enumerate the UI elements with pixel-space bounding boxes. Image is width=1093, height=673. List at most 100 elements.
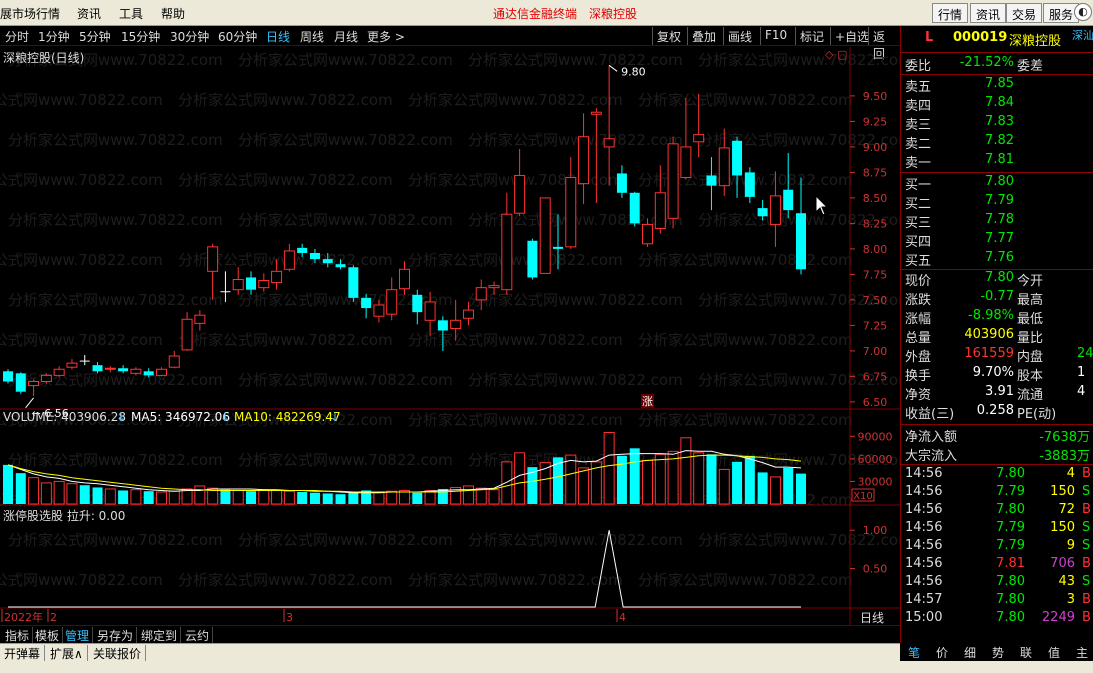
related-quote-button[interactable]: 关联报价 (89, 645, 147, 662)
stat-row-label: 总量 (905, 331, 932, 346)
buy-row-label: 买一 (905, 178, 932, 193)
indicator-tabs: 指标 模板 管理 另存为 绑定到 云约 (0, 625, 900, 644)
watermark-text: 分析家公式网www.70822.com (178, 171, 393, 189)
date-label: 2022年 (4, 610, 43, 624)
watermark-text: 分析家公式网www.70822.com (8, 211, 223, 229)
code-mark: L (925, 30, 934, 45)
candle-body (3, 371, 13, 382)
candle-body (654, 192, 666, 230)
kline-chart[interactable]: 分析家公式网www.70822.com 分析家公式网www.70822.com 分析… (0, 47, 900, 625)
sell-row-value: 7.82 (985, 133, 1014, 148)
stat-row-label: 涨幅 (905, 312, 932, 327)
danmaku-button[interactable]: 开弹幕 (0, 645, 46, 662)
tab-detail[interactable]: 细 (964, 644, 976, 661)
adjust-button[interactable]: 复权 (652, 27, 685, 45)
volume-bar (565, 454, 577, 505)
flow-row-label: 净流入额 (905, 430, 958, 445)
tab-bind-to[interactable]: 绑定到 (138, 627, 182, 644)
quote-button[interactable]: 行情 (932, 3, 969, 23)
volume-bar (130, 489, 142, 505)
tick-price: 7.80 (996, 466, 1025, 481)
stock-header: L 000019 深粮控股 深汕 (905, 29, 1093, 49)
period-60min[interactable]: 60分钟 (218, 28, 257, 45)
tab-save-as[interactable]: 另存为 (94, 627, 138, 644)
candle-body (642, 223, 654, 245)
tab-cloud[interactable]: 云约 (182, 627, 214, 644)
back-button[interactable]: 返回 (868, 27, 900, 61)
tab-value[interactable]: 值 (1048, 644, 1060, 661)
candle-body (246, 277, 257, 290)
period-weekly[interactable]: 周线 (300, 28, 324, 45)
period-tick[interactable]: 分时 (5, 28, 29, 45)
period-more[interactable]: 更多 > (367, 28, 405, 45)
tab-linked[interactable]: 联 (1020, 644, 1032, 661)
candle-body (309, 252, 320, 260)
volume-bar (246, 491, 257, 504)
tab-template[interactable]: 模板 (32, 627, 64, 644)
stat-row-label: 外盘 (905, 350, 932, 365)
expand-button[interactable]: 扩展∧ (46, 645, 88, 662)
menu-news[interactable]: 资讯 (77, 5, 101, 22)
ma5-label: MA5: 346972.06 (131, 410, 230, 424)
draw-button[interactable]: 画线 (723, 27, 756, 45)
tick-side: S (1082, 538, 1091, 553)
stat-row-label: 现价 (905, 274, 932, 289)
tick-volume: 72 (1058, 502, 1075, 517)
tab-trend[interactable]: 势 (992, 644, 1004, 661)
volume-bar (40, 482, 52, 505)
f10-button[interactable]: F10 (760, 27, 791, 45)
price-tick-label: 7.25 (863, 319, 888, 332)
news-button[interactable]: 资讯 (970, 3, 1007, 23)
buy-row-value: 7.79 (985, 193, 1014, 208)
mouse-cursor-icon (815, 195, 829, 216)
watermark-text: 分析家公式网www.70822.com (468, 291, 683, 309)
detail-tabs: 笔 价 细 势 联 值 主 (900, 643, 1093, 661)
window-control-icon[interactable]: ◐ (1074, 3, 1092, 21)
period-1min[interactable]: 1分钟 (38, 28, 70, 45)
period-30min[interactable]: 30分钟 (170, 28, 209, 45)
menu-market[interactable]: 展市场行情 (0, 5, 60, 22)
candle-body (680, 146, 692, 179)
tab-indicator[interactable]: 指标 (2, 627, 34, 644)
menu-help[interactable]: 帮助 (161, 5, 185, 22)
candle-body (578, 136, 590, 185)
candle-body (104, 367, 116, 370)
trade-button[interactable]: 交易 (1006, 3, 1043, 23)
volume-label: VOLUME: 403906.28 (3, 410, 126, 424)
weibi-value: -21.52% (959, 55, 1014, 70)
chart-layout-icon[interactable]: ◇ ▢ (825, 48, 847, 61)
candle-body (348, 267, 359, 298)
tick-price: 7.80 (996, 574, 1025, 589)
period-5min[interactable]: 5分钟 (79, 28, 111, 45)
volume-bar (155, 491, 167, 505)
volume-bar (79, 485, 90, 504)
volume-bar (783, 467, 794, 504)
tab-price[interactable]: 价 (936, 644, 948, 661)
sell-row: 卖五 7.85 (905, 76, 1093, 95)
candle-body (40, 374, 52, 383)
volume-bar (603, 432, 615, 505)
mark-button[interactable]: 标记 (795, 27, 828, 45)
volume-bar (488, 489, 500, 505)
tab-tick[interactable]: 笔 (908, 644, 920, 661)
period-monthly[interactable]: 月线 (334, 28, 358, 45)
tick-side: S (1082, 574, 1091, 589)
tab-manage[interactable]: 管理 (62, 627, 94, 644)
candle-body (796, 213, 806, 270)
candle-body (118, 368, 129, 372)
period-daily[interactable]: 日线 (266, 28, 290, 45)
tab-main[interactable]: 主 (1076, 644, 1088, 661)
stat-row-value-2: 1 (1077, 365, 1086, 380)
overlay-button[interactable]: 叠加 (687, 27, 720, 45)
menu-tools[interactable]: 工具 (119, 5, 143, 22)
period-15min[interactable]: 15分钟 (121, 28, 160, 45)
tick-time: 14:56 (905, 484, 943, 499)
volume-bar (232, 489, 244, 505)
candle-body (399, 268, 410, 290)
volume-bar (53, 480, 65, 505)
volume-bar (386, 490, 398, 505)
date-label: 3 (286, 611, 293, 624)
sell-row-value: 7.85 (985, 76, 1014, 91)
watchlist-button[interactable]: +自选 (830, 27, 873, 45)
sell-row-value: 7.83 (985, 114, 1014, 129)
